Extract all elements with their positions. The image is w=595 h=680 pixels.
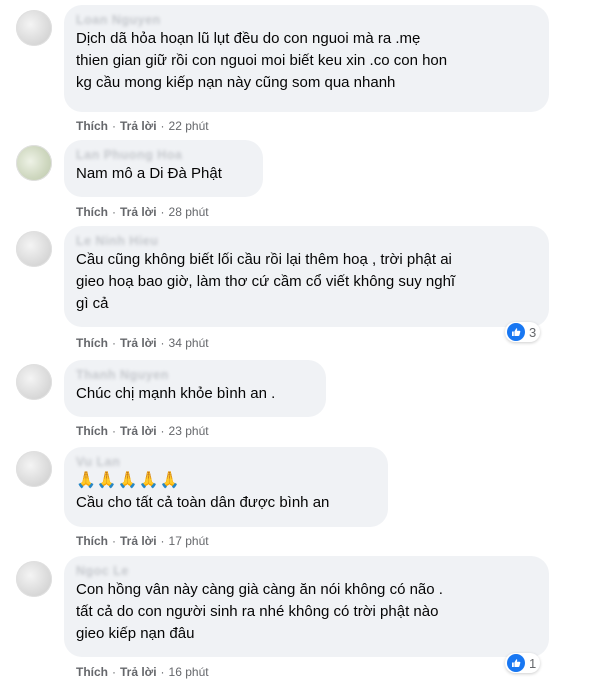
separator-dot: · [112,424,116,438]
comment-text: Chúc chị mạnh khỏe bình an . [76,385,276,402]
like-button[interactable]: Thích [76,424,108,438]
comment-bubble: Lan Phuong Hoa Nam mô a Di Đà Phật [64,140,263,197]
reaction-count-number: 3 [529,324,537,340]
comment-timestamp[interactable]: 23 phút [169,424,209,438]
comment-author[interactable]: Lan Phuong Hoa [76,147,251,163]
like-button[interactable]: Thích [76,119,108,133]
comment-author[interactable]: Ngoc Le [76,563,537,579]
pray-emoji-row: 🙏🙏🙏🙏🙏 [76,472,181,489]
like-button[interactable]: Thích [76,665,108,679]
comment-author[interactable]: Thanh Nguyen [76,367,314,383]
reaction-count[interactable]: 1 [505,653,541,673]
reply-button[interactable]: Trả lời [120,205,157,219]
like-button[interactable]: Thích [76,205,108,219]
reaction-count-number: 1 [529,655,537,671]
avatar[interactable] [16,231,52,267]
separator-dot: · [160,336,165,350]
comment-actions: Thích · Trả lời · 22 phút [76,118,209,134]
avatar[interactable] [16,145,52,181]
separator-dot: · [160,534,165,548]
comment-author[interactable]: Le Ninh Hieu [76,233,537,249]
comment-bubble: Vu Lan 🙏🙏🙏🙏🙏 Cầu cho tất cả toàn dân đượ… [64,447,388,527]
comment-bubble: Le Ninh Hieu Cầu cũng không biết lối cầu… [64,226,549,327]
like-icon [507,654,525,672]
comment-timestamp[interactable]: 17 phút [169,534,209,548]
separator-dot: · [112,119,116,133]
reply-button[interactable]: Trả lời [120,424,157,438]
comment-timestamp[interactable]: 34 phút [169,336,209,350]
like-button[interactable]: Thích [76,336,108,350]
comment-bubble: Loan Nguyen Dịch dã hỏa hoạn lũ lụt đều … [64,5,549,112]
comment-actions: Thích · Trả lời · 17 phút [76,533,209,549]
like-icon [507,323,525,341]
comment-bubble: Thanh Nguyen Chúc chị mạnh khỏe bình an … [64,360,326,417]
comment-timestamp[interactable]: 22 phút [169,119,209,133]
avatar[interactable] [16,364,52,400]
comment-text: Cầu cho tất cả toàn dân được bình an [76,494,330,511]
reply-button[interactable]: Trả lời [120,534,157,548]
separator-dot: · [112,534,116,548]
comment-timestamp[interactable]: 28 phút [169,205,209,219]
comment-actions: Thích · Trả lời · 23 phút [76,423,209,439]
avatar[interactable] [16,451,52,487]
like-button[interactable]: Thích [76,534,108,548]
avatar[interactable] [16,10,52,46]
comment-author[interactable]: Vu Lan [76,454,376,470]
comment-actions: Thích · Trả lời · 16 phút [76,664,209,680]
separator-dot: · [112,205,116,219]
comment-actions: Thích · Trả lời · 28 phút [76,204,209,220]
separator-dot: · [112,336,116,350]
comment-text: Dịch dã hỏa hoạn lũ lụt đều do con nguoi… [76,30,448,91]
separator-dot: · [160,205,165,219]
comment-timestamp[interactable]: 16 phút [169,665,209,679]
comment-author[interactable]: Loan Nguyen [76,12,537,28]
separator-dot: · [112,665,116,679]
reaction-count[interactable]: 3 [505,322,541,342]
reply-button[interactable]: Trả lời [120,336,157,350]
comment-bubble: Ngoc Le Con hồng vân này càng già càng ă… [64,556,549,657]
reply-button[interactable]: Trả lời [120,665,157,679]
comment-text: Cầu cũng không biết lối cầu rồi lại thêm… [76,251,456,312]
separator-dot: · [160,424,165,438]
separator-dot: · [160,665,165,679]
comment-text: Nam mô a Di Đà Phật [76,165,222,182]
avatar[interactable] [16,561,52,597]
comment-actions: Thích · Trả lời · 34 phút [76,335,209,351]
separator-dot: · [160,119,165,133]
reply-button[interactable]: Trả lời [120,119,157,133]
comment-text: Con hồng vân này càng già càng ăn nói kh… [76,581,443,642]
